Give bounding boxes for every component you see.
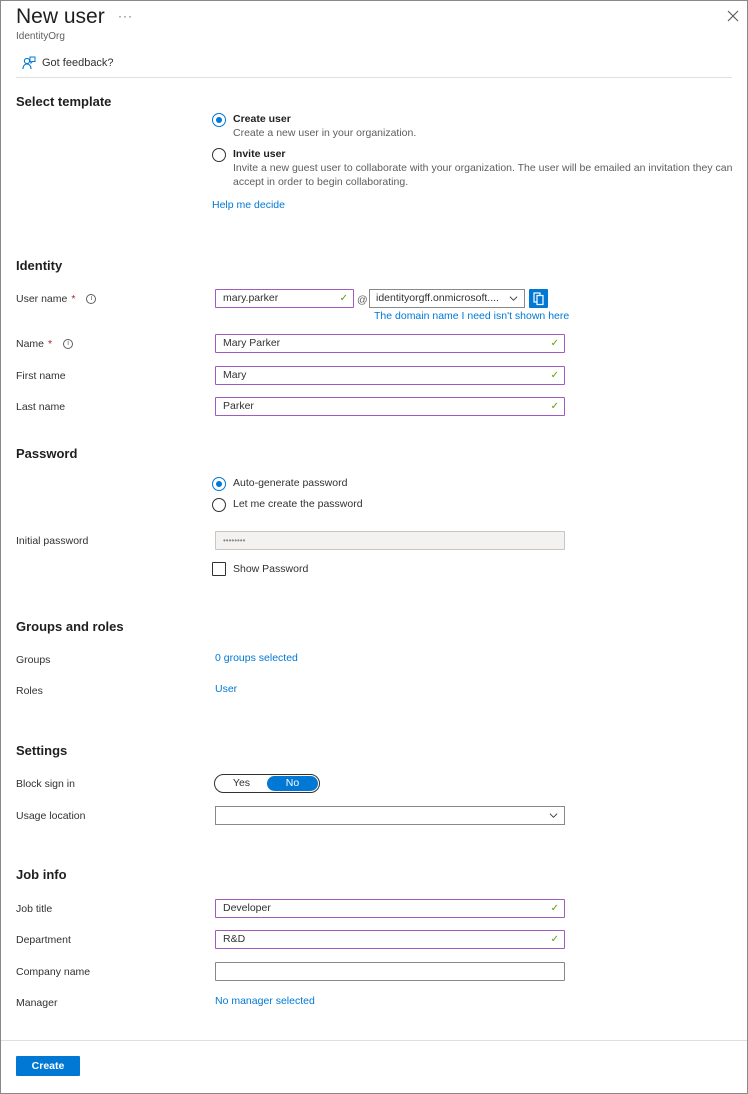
last-name-label: Last name: [16, 401, 66, 413]
footer-divider: [1, 1040, 747, 1041]
input-value: Mary: [223, 369, 247, 381]
checkbox[interactable]: [212, 562, 226, 576]
radio-title: Create user: [233, 113, 291, 125]
checkbox-label: Show Password: [233, 563, 309, 575]
radio-label: Auto-generate password: [233, 477, 348, 489]
chevron-down-icon: [509, 296, 518, 301]
groups-link[interactable]: 0 groups selected: [215, 652, 298, 664]
section-heading-identity: Identity: [16, 258, 63, 273]
name-label: Name * i: [16, 338, 74, 350]
show-password-checkbox[interactable]: Show Password: [212, 562, 308, 576]
radio-auto-generate[interactable]: Auto-generate password: [212, 477, 347, 491]
section-heading-password: Password: [16, 446, 78, 461]
feedback-button[interactable]: Got feedback?: [22, 56, 114, 70]
section-heading-job-info: Job info: [16, 867, 67, 882]
radio-button[interactable]: [212, 498, 226, 512]
last-name-input[interactable]: Parker ✓: [215, 397, 565, 416]
radio-button[interactable]: [212, 148, 226, 162]
check-icon: ✓: [550, 370, 559, 381]
domain-dropdown[interactable]: identityorgff.onmicrosoft....: [369, 289, 525, 308]
page-title: New user: [16, 5, 105, 28]
groups-label: Groups: [16, 654, 51, 666]
company-name-input[interactable]: [215, 962, 565, 981]
toggle-yes[interactable]: Yes: [216, 776, 267, 791]
section-heading-template: Select template: [16, 94, 112, 109]
label-text: User name: [16, 293, 68, 305]
name-input[interactable]: Mary Parker ✓: [215, 334, 565, 353]
feedback-label: Got feedback?: [42, 57, 114, 69]
radio-button[interactable]: [212, 477, 226, 491]
radio-create-user[interactable]: Create user Create a new user in your or…: [212, 113, 416, 140]
more-options-button[interactable]: ···: [118, 9, 133, 23]
manager-label: Manager: [16, 997, 58, 1009]
manager-link[interactable]: No manager selected: [215, 995, 315, 1007]
initial-password-label: Initial password: [16, 535, 89, 547]
required-marker: *: [48, 338, 53, 350]
input-value: Mary Parker: [223, 337, 281, 349]
usage-location-dropdown[interactable]: [215, 806, 565, 825]
close-button[interactable]: [726, 9, 740, 23]
check-icon: ✓: [339, 293, 348, 304]
first-name-input[interactable]: Mary ✓: [215, 366, 565, 385]
help-me-decide-link[interactable]: Help me decide: [212, 199, 285, 211]
check-icon: ✓: [550, 934, 559, 945]
header-divider: [16, 77, 732, 78]
job-title-label: Job title: [16, 903, 53, 915]
copy-icon: [533, 292, 544, 306]
first-name-label: First name: [16, 370, 66, 382]
block-sign-in-toggle[interactable]: Yes No: [214, 774, 320, 793]
info-icon[interactable]: i: [63, 339, 74, 349]
info-icon[interactable]: i: [86, 294, 97, 304]
department-label: Department: [16, 934, 71, 946]
dropdown-value: identityorgff.onmicrosoft....: [376, 292, 499, 304]
department-input[interactable]: R&D ✓: [215, 930, 565, 949]
company-name-label: Company name: [16, 966, 91, 978]
copy-button[interactable]: [529, 289, 548, 308]
job-title-input[interactable]: Developer ✓: [215, 899, 565, 918]
user-name-label: User name * i: [16, 293, 97, 305]
feedback-icon: [22, 56, 36, 70]
input-value: Developer: [223, 902, 271, 914]
input-value: R&D: [223, 933, 246, 945]
roles-link[interactable]: User: [215, 683, 237, 695]
close-icon: [727, 10, 739, 22]
chevron-down-icon: [549, 813, 558, 818]
radio-description: Create a new user in your organization.: [233, 127, 417, 139]
create-button[interactable]: Create: [16, 1056, 80, 1076]
check-icon: ✓: [550, 903, 559, 914]
at-symbol: @: [357, 294, 368, 306]
input-value: Parker: [223, 400, 254, 412]
radio-invite-user[interactable]: Invite user Invite a new guest user to c…: [212, 148, 732, 189]
section-heading-settings: Settings: [16, 743, 68, 758]
required-marker: *: [71, 293, 76, 305]
radio-title: Invite user: [233, 148, 286, 160]
input-value: mary.parker: [223, 292, 279, 304]
radio-label: Let me create the password: [233, 498, 363, 510]
usage-location-label: Usage location: [16, 810, 86, 822]
user-name-input[interactable]: mary.parker ✓: [215, 289, 354, 308]
domain-not-shown-link[interactable]: The domain name I need isn't shown here: [374, 310, 569, 322]
radio-description-line1: Invite a new guest user to collaborate w…: [233, 162, 733, 174]
radio-description-line2: accept in order to begin collaborating.: [233, 176, 409, 188]
toggle-no[interactable]: No: [267, 776, 318, 791]
roles-label: Roles: [16, 685, 43, 697]
initial-password-input: ••••••••: [215, 531, 565, 550]
check-icon: ✓: [550, 401, 559, 412]
block-sign-in-label: Block sign in: [16, 778, 75, 790]
radio-create-password[interactable]: Let me create the password: [212, 498, 363, 512]
radio-button[interactable]: [212, 113, 226, 127]
label-text: Name: [16, 338, 45, 350]
section-heading-groups-roles: Groups and roles: [16, 619, 124, 634]
check-icon: ✓: [550, 338, 559, 349]
page-subtitle: IdentityOrg: [16, 31, 65, 42]
